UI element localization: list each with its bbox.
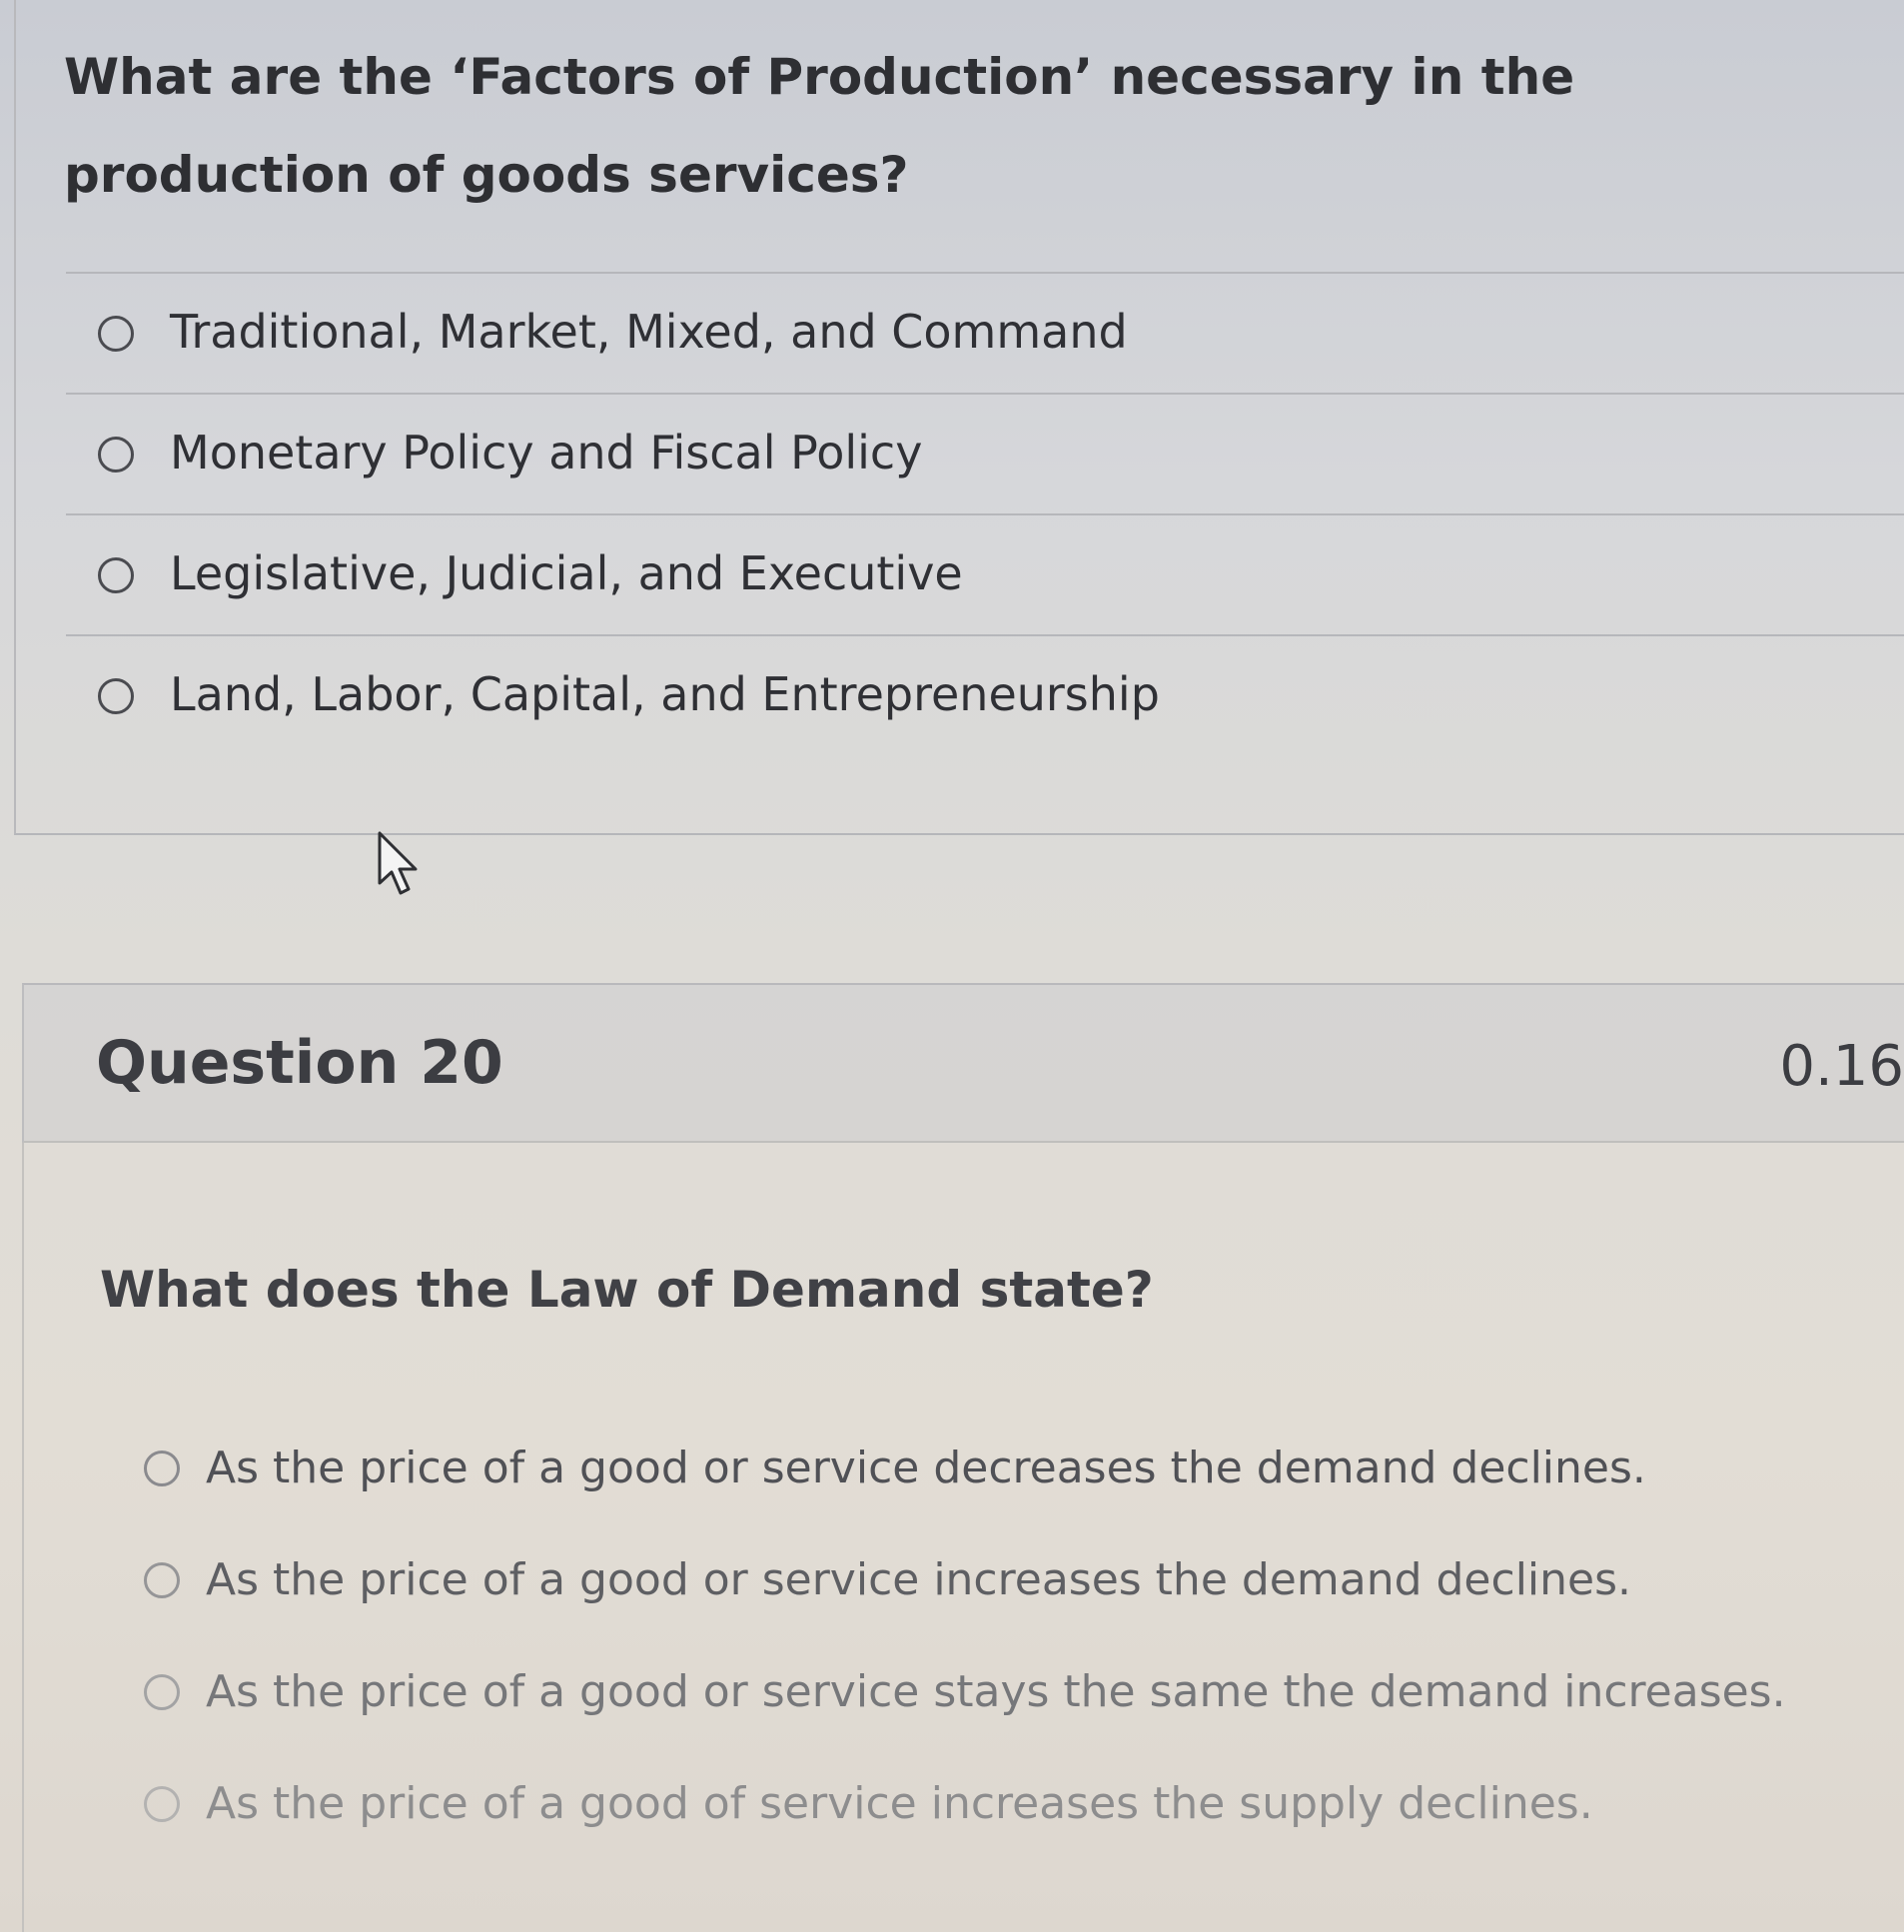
radio-button-icon[interactable] — [98, 557, 134, 593]
answer-option-label[interactable]: As the price of a good or service stays … — [206, 1662, 1786, 1722]
question-20-header: Question 20 0.16 — [22, 983, 1904, 1143]
answer-option[interactable]: Monetary Policy and Fiscal Policy — [66, 393, 1904, 513]
answer-option[interactable]: Land, Labor, Capital, and Entrepreneursh… — [66, 634, 1904, 755]
answer-option-label[interactable]: Traditional, Market, Mixed, and Command — [170, 304, 1128, 360]
question-19-options: Traditional, Market, Mixed, and Command … — [66, 272, 1904, 755]
radio-button-icon[interactable] — [144, 1450, 180, 1486]
answer-option-label[interactable]: Land, Labor, Capital, and Entrepreneursh… — [170, 666, 1160, 722]
radio-button-icon[interactable] — [144, 1786, 180, 1822]
answer-option[interactable]: As the price of a good or service increa… — [120, 1534, 1878, 1646]
radio-button-icon[interactable] — [98, 678, 134, 714]
radio-button-icon[interactable] — [144, 1562, 180, 1598]
radio-button-icon[interactable] — [98, 437, 134, 473]
question-points: 0.16 — [1779, 1034, 1904, 1099]
answer-option[interactable]: As the price of a good of service increa… — [120, 1758, 1878, 1870]
question-20-options: As the price of a good or service decrea… — [120, 1423, 1878, 1870]
answer-option-label[interactable]: As the price of a good or service increa… — [206, 1550, 1631, 1610]
answer-option-label[interactable]: As the price of a good of service increa… — [206, 1774, 1593, 1834]
answer-option[interactable]: Traditional, Market, Mixed, and Command — [66, 272, 1904, 393]
answer-option-label[interactable]: As the price of a good or service decrea… — [206, 1439, 1646, 1498]
radio-button-icon[interactable] — [98, 316, 134, 352]
radio-button-icon[interactable] — [144, 1674, 180, 1710]
quiz-page: What are the ‘Factors of Production’ nec… — [0, 0, 1904, 1932]
answer-option[interactable]: As the price of a good or service decrea… — [120, 1423, 1878, 1534]
question-number: Question 20 — [96, 1028, 503, 1098]
answer-option-label[interactable]: Monetary Policy and Fiscal Policy — [170, 425, 922, 481]
answer-option-label[interactable]: Legislative, Judicial, and Executive — [170, 545, 963, 601]
answer-option[interactable]: As the price of a good or service stays … — [120, 1646, 1878, 1758]
question-20-text: What does the Law of Demand state? — [100, 1261, 1154, 1319]
answer-option[interactable]: Legislative, Judicial, and Executive — [66, 513, 1904, 634]
question-19-text: What are the ‘Factors of Production’ nec… — [64, 48, 1575, 204]
mouse-pointer-icon — [378, 831, 418, 895]
question-20-body: What does the Law of Demand state? As th… — [22, 1143, 1904, 1932]
